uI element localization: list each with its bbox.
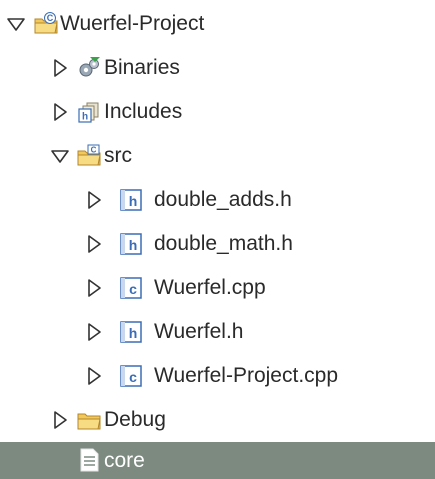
includes-icon: h bbox=[78, 102, 99, 123]
tree-item-file[interactable]: h double_adds.h bbox=[0, 178, 435, 222]
svg-text:C: C bbox=[47, 13, 54, 23]
tree-item-label: double_adds.h bbox=[154, 188, 292, 211]
project-explorer-tree: C Wuerfel-Project Binaries h Includes C … bbox=[0, 0, 435, 479]
tree-item-label: Binaries bbox=[104, 56, 180, 79]
expand-triangle-icon[interactable] bbox=[84, 278, 104, 298]
cpp-file-icon: c bbox=[120, 365, 142, 387]
svg-text:h: h bbox=[129, 193, 138, 209]
svg-text:h: h bbox=[129, 237, 138, 253]
tree-item-file[interactable]: h double_math.h bbox=[0, 222, 435, 266]
header-file-icon: h bbox=[120, 189, 142, 211]
tree-item-binaries[interactable]: Binaries bbox=[0, 46, 435, 90]
tree-item-label: Debug bbox=[104, 408, 166, 431]
svg-text:c: c bbox=[129, 281, 137, 297]
text-file-icon bbox=[80, 448, 99, 472]
svg-text:h: h bbox=[82, 112, 88, 123]
tree-item-label: core bbox=[104, 449, 145, 472]
tree-item-file[interactable]: c Wuerfel-Project.cpp bbox=[0, 354, 435, 398]
tree-item-label: Includes bbox=[104, 100, 183, 123]
expand-triangle-icon[interactable] bbox=[84, 234, 104, 254]
svg-text:h: h bbox=[129, 325, 138, 341]
tree-item-src[interactable]: C src bbox=[0, 134, 435, 178]
tree-item-file[interactable]: h Wuerfel.h bbox=[0, 310, 435, 354]
binaries-icon bbox=[79, 57, 100, 77]
tree-item-label: Wuerfel.h bbox=[154, 320, 244, 343]
tree-item-label: Wuerfel.cpp bbox=[154, 276, 266, 299]
collapse-triangle-icon[interactable] bbox=[50, 146, 70, 166]
expand-triangle-icon[interactable] bbox=[50, 58, 70, 78]
collapse-triangle-icon[interactable] bbox=[6, 14, 26, 34]
tree-item-label: Wuerfel-Project bbox=[60, 12, 205, 35]
c-project-folder-icon: C bbox=[34, 12, 58, 34]
expand-triangle-icon[interactable] bbox=[50, 102, 70, 122]
tree-item-label: src bbox=[104, 144, 132, 167]
svg-text:c: c bbox=[129, 369, 137, 385]
tree-item-file[interactable]: c Wuerfel.cpp bbox=[0, 266, 435, 310]
source-folder-icon: C bbox=[77, 144, 101, 166]
expand-triangle-icon[interactable] bbox=[84, 366, 104, 386]
tree-item-label: Wuerfel-Project.cpp bbox=[154, 364, 339, 387]
expand-triangle-icon[interactable] bbox=[84, 322, 104, 342]
tree-item-core[interactable]: core bbox=[0, 442, 435, 479]
cpp-file-icon: c bbox=[120, 277, 142, 299]
header-file-icon: h bbox=[120, 321, 142, 343]
header-file-icon: h bbox=[120, 233, 142, 255]
tree-item-debug[interactable]: Debug bbox=[0, 398, 435, 442]
expand-triangle-icon[interactable] bbox=[84, 190, 104, 210]
tree-item-wuerfel-project[interactable]: C Wuerfel-Project bbox=[0, 2, 435, 46]
tree-item-label: double_math.h bbox=[154, 232, 293, 255]
tree-item-includes[interactable]: h Includes bbox=[0, 90, 435, 134]
folder-icon bbox=[77, 413, 101, 430]
svg-text:C: C bbox=[91, 146, 97, 155]
expand-triangle-icon[interactable] bbox=[50, 410, 70, 430]
